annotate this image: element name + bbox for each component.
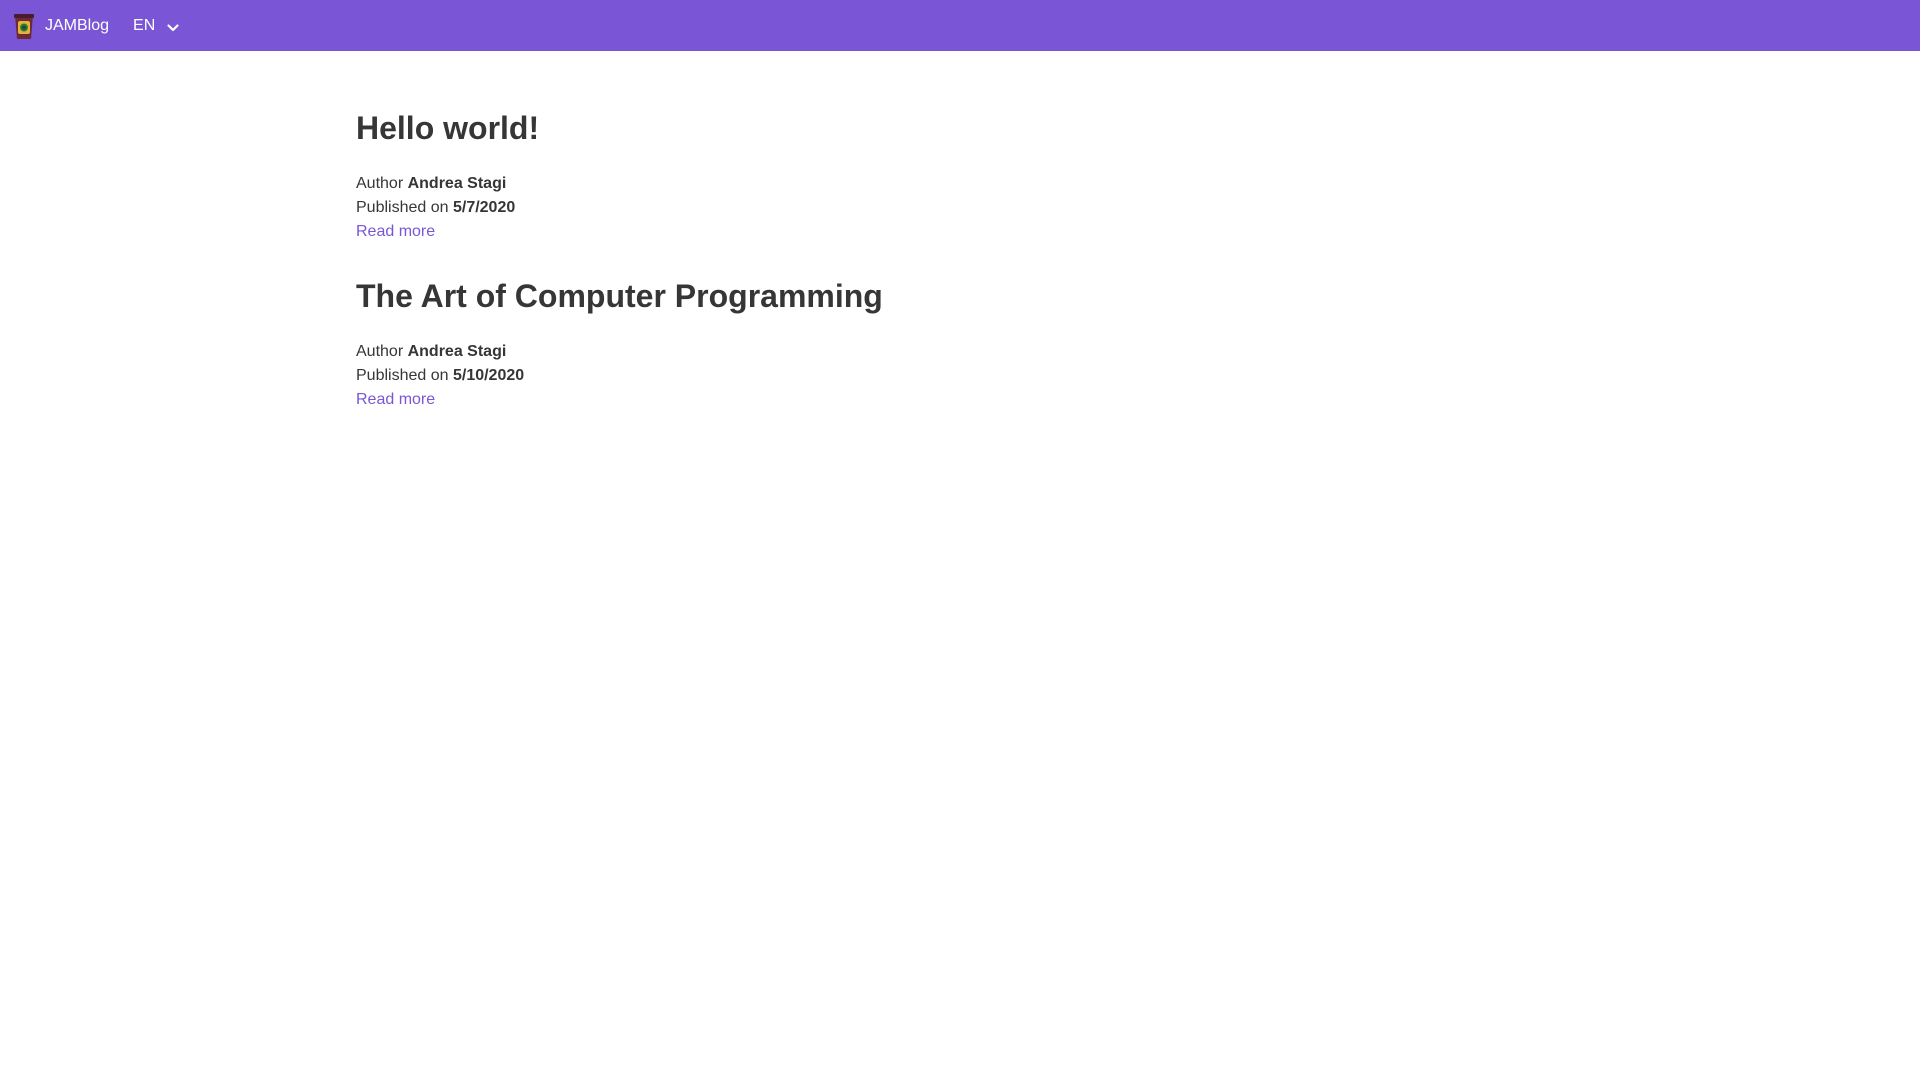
- post-title: Hello world!: [356, 110, 540, 146]
- language-dropdown[interactable]: EN: [133, 16, 180, 36]
- read-more-link[interactable]: Read more: [356, 220, 435, 244]
- post-item: Hello world! Author Andrea Stagi Publish…: [356, 108, 1556, 244]
- top-navbar: JAMBlog EN: [0, 0, 1920, 51]
- author-label: Author: [356, 343, 408, 360]
- author-name: Andrea Stagi: [407, 343, 507, 360]
- published-label: Published on: [356, 199, 453, 216]
- author-label: Author: [356, 175, 408, 192]
- coffee-cup-logo-icon: [13, 12, 35, 40]
- post-list: Hello world! Author Andrea Stagi Publish…: [356, 108, 1556, 444]
- published-date: 5/10/2020: [452, 367, 525, 384]
- post-date-line: Published on 5/7/2020: [356, 196, 1556, 220]
- post-title: The Art of Computer Programming: [356, 278, 883, 314]
- post-author-line: Author Andrea Stagi: [356, 172, 1556, 196]
- chevron-down-icon: [166, 21, 180, 35]
- author-name: Andrea Stagi: [407, 175, 507, 192]
- published-label: Published on: [356, 367, 453, 384]
- brand-name: JAMBlog: [45, 16, 110, 34]
- post-date-line: Published on 5/10/2020: [356, 364, 1556, 388]
- language-selected: EN: [133, 16, 156, 34]
- brand-link[interactable]: JAMBlog: [13, 12, 109, 40]
- published-date: 5/7/2020: [452, 199, 516, 216]
- post-author-line: Author Andrea Stagi: [356, 340, 1556, 364]
- read-more-link[interactable]: Read more: [356, 388, 435, 412]
- post-item: The Art of Computer Programming Author A…: [356, 276, 1556, 412]
